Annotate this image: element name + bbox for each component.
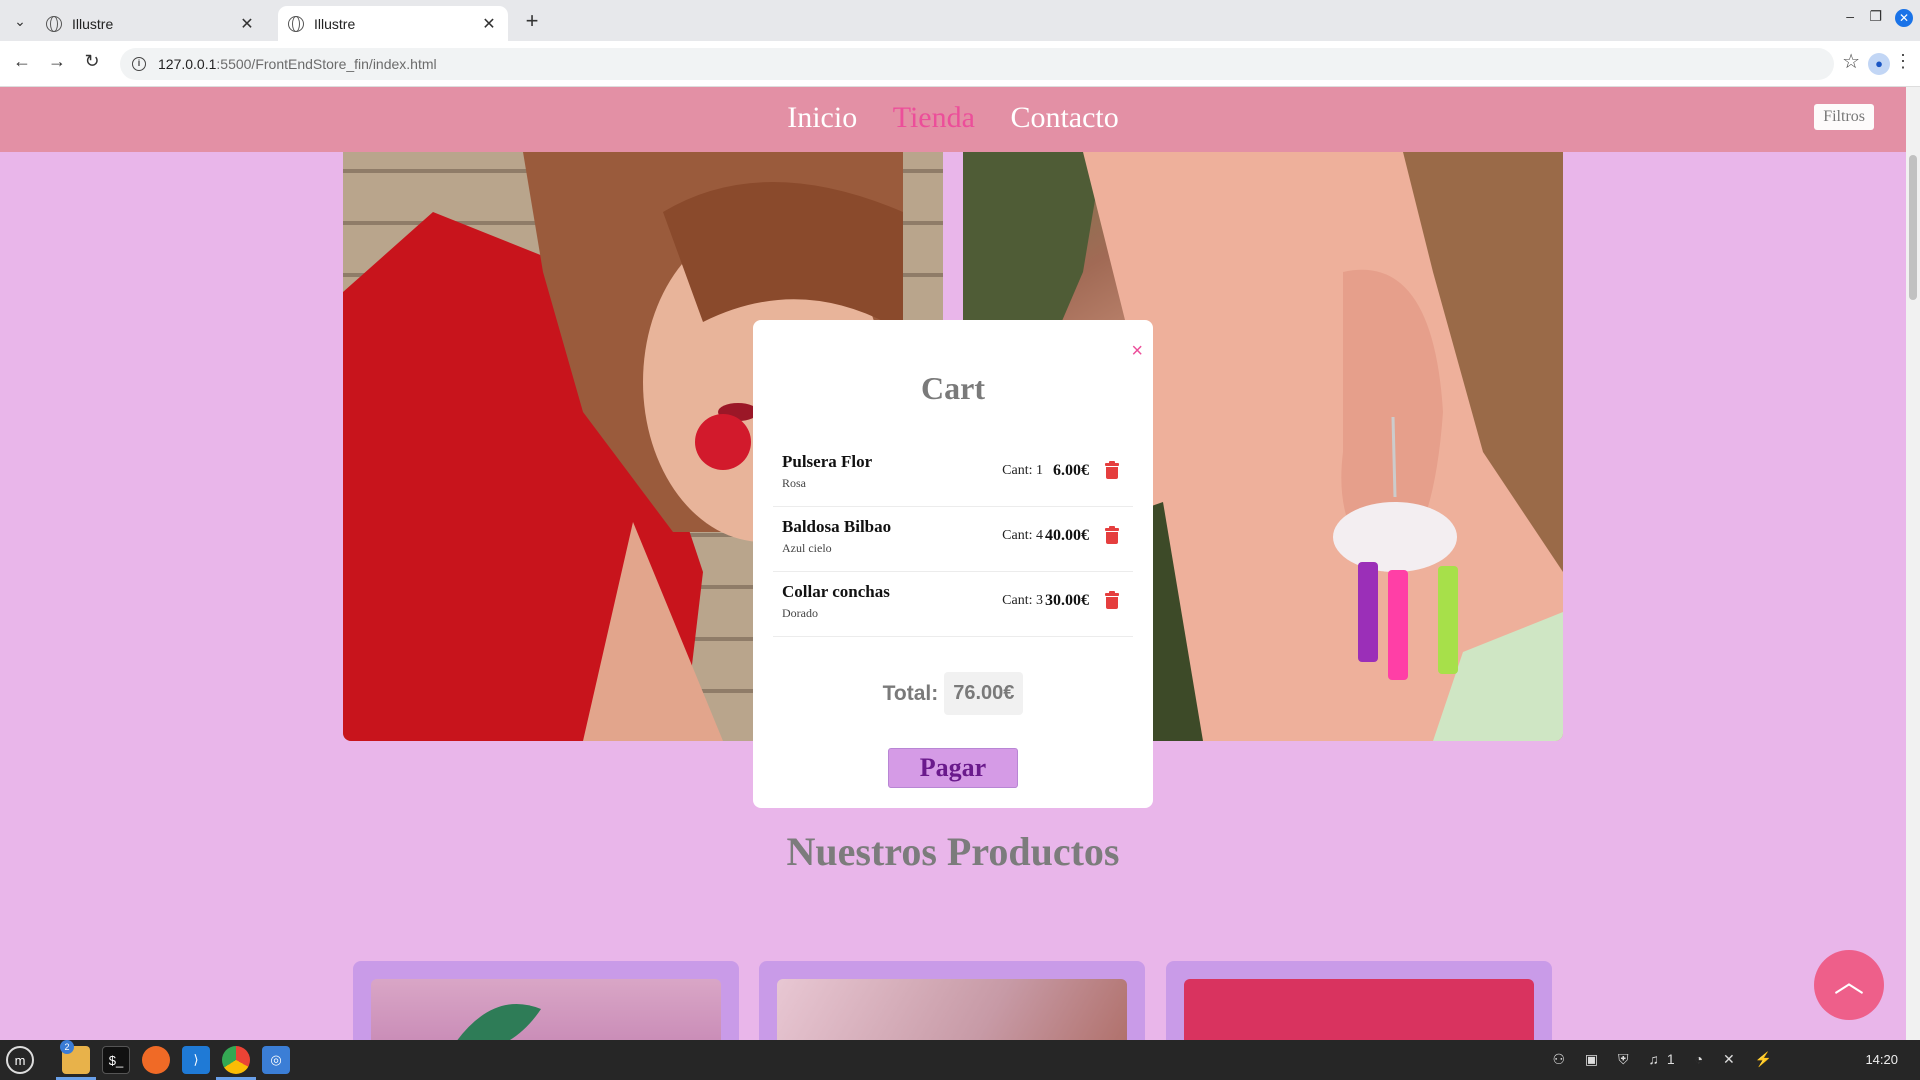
site-nav: Inicio Tienda Contacto xyxy=(0,101,1906,135)
tab-close-icon[interactable]: ✕ xyxy=(480,14,498,34)
bookmark-star-icon[interactable]: ☆ xyxy=(1842,49,1860,74)
product-card[interactable] xyxy=(1166,961,1552,1041)
os-taskbar: m 2 $_ ⟩ ◎ ⚇ ▣ ⛨ ♫1 ◔ ✕ ⚡ 14:20 xyxy=(0,1040,1920,1080)
cart-item-name: Pulsera Flor xyxy=(782,452,873,471)
total-label: Total: xyxy=(882,681,939,705)
screenshot-icon[interactable]: ◎ xyxy=(262,1046,290,1074)
new-tab-button[interactable]: + xyxy=(520,8,544,34)
cart-item-name: Collar conchas xyxy=(782,582,890,601)
clock[interactable]: 14:20 xyxy=(1865,1052,1898,1067)
scrollbar-thumb[interactable] xyxy=(1909,155,1917,300)
tab-close-icon[interactable]: ✕ xyxy=(238,14,256,34)
reload-icon[interactable]: ↻ xyxy=(80,51,104,72)
minimize-icon[interactable]: – xyxy=(1846,8,1854,24)
product-image[interactable] xyxy=(1184,979,1534,1041)
scroll-to-top-button[interactable]: ︿ xyxy=(1814,950,1884,1020)
back-icon[interactable]: ← xyxy=(10,51,34,72)
cart-item-variant: Rosa xyxy=(782,476,806,490)
plant-illustration xyxy=(456,1004,541,1041)
tray-count: 1 xyxy=(1666,1051,1683,1067)
cart-total: Total: 76.00€ xyxy=(753,672,1153,715)
cart-item-quantity: Cant: 4 xyxy=(1002,528,1043,543)
globe-icon xyxy=(288,15,304,32)
site-header: Inicio Tienda Contacto Filtros xyxy=(0,87,1906,152)
url-host: 127.0.0.1 xyxy=(158,56,217,72)
forward-icon[interactable]: → xyxy=(45,51,69,72)
product-image[interactable] xyxy=(777,979,1127,1041)
trash-icon[interactable] xyxy=(1105,526,1119,545)
product-image[interactable] xyxy=(371,979,721,1041)
page-scrollbar[interactable] xyxy=(1906,87,1920,1040)
browser-toolbar: ← → ↻ i 127.0.0.1:5500/FrontEndStore_fin… xyxy=(0,41,1920,87)
cart-item-quantity: Cant: 1 xyxy=(1002,463,1043,478)
cart-modal: × Cart Pulsera Flor Rosa Cant: 1 6.00€ B… xyxy=(753,320,1153,808)
close-icon[interactable]: × xyxy=(1131,340,1143,363)
nav-inicio[interactable]: Inicio xyxy=(787,101,857,134)
products-title: Nuestros Productos xyxy=(786,829,1120,874)
address-bar[interactable]: i 127.0.0.1:5500/FrontEndStore_fin/index… xyxy=(120,48,1834,80)
terminal-icon[interactable]: $_ xyxy=(102,1046,130,1074)
trash-icon[interactable] xyxy=(1105,461,1119,480)
files-badge: 2 xyxy=(60,1040,74,1054)
profile-icon[interactable]: ● xyxy=(1868,53,1890,75)
tab-title: Illustre xyxy=(72,15,114,32)
cart-item-quantity: Cant: 3 xyxy=(1002,593,1043,608)
tab-title: Illustre xyxy=(314,15,356,32)
vscode-icon[interactable]: ⟩ xyxy=(182,1046,210,1074)
cart-item: Collar conchas Dorado Cant: 3 30.00€ xyxy=(773,572,1133,637)
browser-tab-1[interactable]: Illustre ✕ xyxy=(36,6,266,41)
window-close-icon[interactable]: ✕ xyxy=(1895,9,1913,27)
firefox-icon[interactable] xyxy=(142,1046,170,1074)
url-path: :5500/FrontEndStore_fin/index.html xyxy=(216,56,437,72)
cart-items-list: Pulsera Flor Rosa Cant: 1 6.00€ Baldosa … xyxy=(773,442,1133,637)
nav-contacto[interactable]: Contacto xyxy=(1010,101,1118,134)
cart-item: Pulsera Flor Rosa Cant: 1 6.00€ xyxy=(773,442,1133,507)
cart-item: Baldosa Bilbao Azul cielo Cant: 4 40.00€ xyxy=(773,507,1133,572)
cart-item-variant: Azul cielo xyxy=(782,541,832,555)
restore-icon[interactable]: ❐ xyxy=(1869,8,1882,25)
system-tray[interactable]: ⚇ ▣ ⛨ ♫1 ◔ ✕ ⚡ xyxy=(1552,1051,1780,1068)
filters-button[interactable]: Filtros xyxy=(1814,104,1874,130)
files-icon[interactable]: 2 xyxy=(60,1040,90,1074)
browser-menu-icon[interactable]: ⋮ xyxy=(1894,51,1912,72)
product-card[interactable] xyxy=(759,961,1145,1041)
total-value: 76.00€ xyxy=(944,672,1024,715)
browser-tab-strip: ⌄ Illustre ✕ Illustre ✕ + – ❐ ✕ xyxy=(0,0,1920,41)
cart-item-variant: Dorado xyxy=(782,606,818,620)
product-card[interactable] xyxy=(353,961,739,1041)
cart-title: Cart xyxy=(921,370,985,406)
cart-item-name: Baldosa Bilbao xyxy=(782,517,892,536)
globe-icon xyxy=(46,15,62,32)
browser-tab-2[interactable]: Illustre ✕ xyxy=(278,6,508,41)
cart-item-price: 40.00€ xyxy=(1045,527,1089,544)
mint-menu-icon[interactable]: m xyxy=(6,1046,34,1074)
cart-item-price: 30.00€ xyxy=(1045,592,1089,609)
chrome-icon[interactable] xyxy=(222,1046,250,1074)
tab-search-icon[interactable]: ⌄ xyxy=(8,9,32,33)
cart-item-price: 6.00€ xyxy=(1053,462,1089,479)
nav-tienda[interactable]: Tienda xyxy=(893,101,975,134)
trash-icon[interactable] xyxy=(1105,591,1119,610)
pay-button[interactable]: Pagar xyxy=(888,748,1018,788)
site-info-icon[interactable]: i xyxy=(132,57,146,71)
